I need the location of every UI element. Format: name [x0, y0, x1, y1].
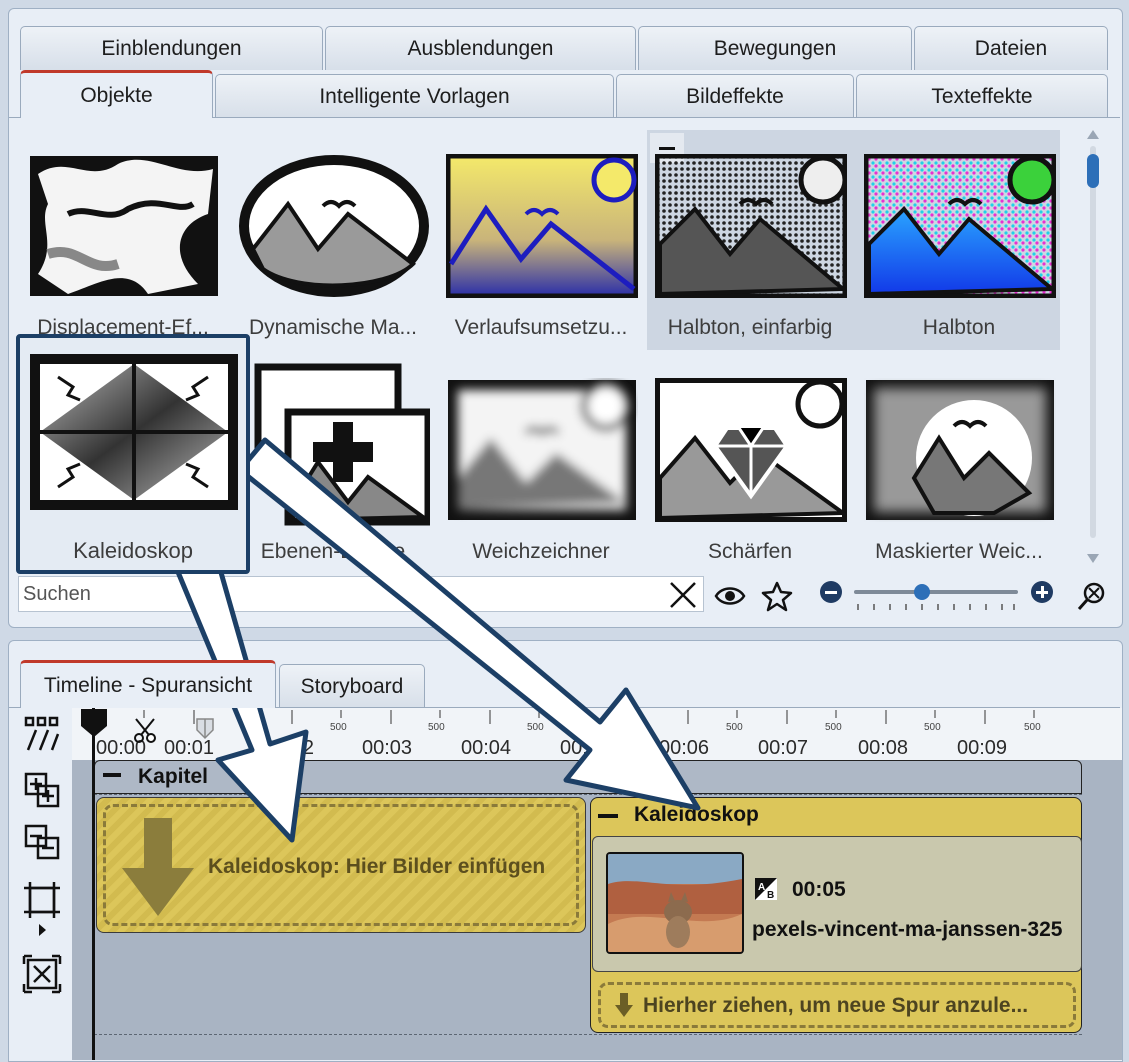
tab-bewegungen[interactable]: Bewegungen [638, 26, 912, 70]
ruler-time-label: 00:09 [957, 737, 1008, 759]
clear-search-icon[interactable] [666, 580, 700, 610]
effect-label: Weichzeichner [472, 540, 610, 563]
zoom-out-icon[interactable] [820, 581, 842, 603]
collapse-icon[interactable] [598, 814, 618, 818]
effect-item-displacement[interactable]: Displacement-Ef... [18, 128, 218, 348]
kaleidoscope-thumbnail-icon [30, 354, 238, 510]
tab-ausblendungen[interactable]: Ausblendungen [325, 26, 636, 70]
gradient-map-thumbnail-icon [446, 154, 638, 298]
track-guide-line [94, 1034, 1082, 1035]
effect-label: Halbton, einfarbig [667, 316, 833, 339]
scroll-up-icon[interactable] [1087, 130, 1099, 139]
halftone-mono-thumbnail-icon [655, 154, 847, 298]
effect-item-weichzeichner[interactable]: Weichzeichner [436, 352, 636, 572]
effect-item-dynamische-maske[interactable]: Dynamische Ma... [228, 128, 429, 348]
dynamic-mask-thumbnail-icon [239, 155, 429, 297]
tab-storyboard[interactable]: Storyboard [279, 664, 425, 708]
placeholder-text: Kaleidoskop: Hier Bilder einfügen [208, 855, 546, 878]
tab-bildeffekte[interactable]: Bildeffekte [616, 74, 854, 118]
ruler-half-label: 500 [1024, 722, 1041, 733]
ruler-time-label: 00:05 [560, 737, 611, 759]
dragged-item-label: Kaleidoskop [73, 538, 193, 563]
effect-item-halbton[interactable]: Halbton [854, 128, 1056, 348]
drop-down-arrow-icon [120, 816, 196, 920]
scroll-thumb[interactable] [1087, 154, 1099, 188]
ruler-time-label: 00:06 [659, 737, 710, 759]
drop-hint-text: Hierher ziehen, um neue Spur anzule... [643, 994, 1029, 1017]
effect-label: Ebenen-Effekte [260, 540, 406, 563]
tab-dateien[interactable]: Dateien [914, 26, 1108, 70]
ruler-time-label: 00:02 [264, 737, 315, 759]
chapter-label: Kapitel [138, 765, 209, 788]
scissors-icon[interactable] [132, 716, 160, 746]
clip-duration: 00:05 [792, 878, 846, 901]
scroll-down-icon[interactable] [1087, 554, 1099, 563]
collapse-icon[interactable] [103, 773, 121, 777]
fit-width-icon[interactable] [22, 880, 62, 920]
tab-einblendungen[interactable]: Einblendungen [20, 26, 323, 70]
zoom-fit-icon[interactable] [1076, 580, 1108, 612]
effect-item-halbton-einfarbig[interactable]: Halbton, einfarbig [645, 128, 847, 348]
svg-text:A: A [758, 882, 765, 893]
masked-blur-thumbnail-icon [866, 380, 1054, 520]
small-down-arrow-icon [614, 992, 634, 1018]
effect-item-ebenen-effekte[interactable]: Ebenen-Effekte [228, 352, 430, 572]
tab-timeline-spuransicht[interactable]: Timeline - Spuransicht [20, 660, 276, 708]
halftone-color-thumbnail-icon [864, 154, 1056, 298]
dragged-kaleidoskop-item[interactable]: Kaleidoskop [16, 334, 250, 574]
add-track-icon[interactable] [22, 770, 62, 810]
zoom-slider[interactable] [854, 584, 1018, 618]
ruler-half-label: 500 [330, 722, 347, 733]
fit-all-icon[interactable] [22, 954, 62, 994]
ruler-time-label: 00:08 [858, 737, 909, 759]
ruler-time-label: 00:03 [362, 737, 413, 759]
ruler-time-label: 00:04 [461, 737, 512, 759]
effect-label: Verlaufsumsetzu... [454, 316, 628, 339]
effect-item-schaerfen[interactable]: Schärfen [645, 352, 847, 572]
blur-thumbnail-icon [448, 380, 636, 520]
ruler-time-label: 00:01 [164, 737, 215, 759]
effect-item-maskierter-weichzeichner[interactable]: Maskierter Weic... [854, 352, 1054, 572]
expand-arrow-icon[interactable] [39, 924, 46, 936]
effect-label: Schärfen [707, 540, 793, 563]
gallery-scrollbar[interactable] [1084, 128, 1102, 568]
layer-effects-thumbnail-icon [254, 363, 430, 526]
clip-name-wrap: pexels-vincent-ma-janssen-325 [752, 918, 1082, 946]
displacement-thumbnail-icon [30, 156, 218, 296]
marker-icon[interactable] [196, 718, 214, 740]
scroll-track[interactable] [1090, 146, 1096, 538]
zoom-in-icon[interactable] [1031, 581, 1053, 603]
sharpen-thumbnail-icon [655, 378, 847, 522]
tracks-grid-icon[interactable] [22, 714, 62, 754]
chapter-row[interactable] [94, 760, 1082, 794]
favorite-star-icon[interactable] [761, 580, 793, 612]
effect-label: Maskierter Weic... [875, 540, 1043, 563]
ruler-time-label: 00:07 [758, 737, 809, 759]
clip-thumbnail [606, 852, 744, 954]
effect-item-verlaufsumsetzung[interactable]: Verlaufsumsetzu... [436, 128, 638, 348]
effect-label: Dynamische Ma... [248, 316, 418, 339]
svg-text:B: B [767, 890, 774, 901]
track-guide-line [94, 794, 1082, 795]
effect-label: Halbton [922, 316, 996, 339]
transition-ab-icon: AB [754, 877, 778, 901]
tab-objekte[interactable]: Objekte [20, 70, 213, 118]
preview-eye-icon[interactable] [714, 582, 746, 610]
search-input[interactable]: Suchen [18, 576, 704, 612]
ruler-half-label: 500 [924, 722, 941, 733]
playhead-handle-icon[interactable] [80, 708, 108, 738]
remove-track-icon[interactable] [22, 822, 62, 862]
ruler-half-label: 500 [428, 722, 445, 733]
ruler-half-label: 500 [527, 722, 544, 733]
tab-texteffekte[interactable]: Texteffekte [856, 74, 1108, 118]
ruler-half-label: 500 [825, 722, 842, 733]
playhead[interactable] [92, 708, 95, 1060]
kaleidoskop-block-title: Kaleidoskop [634, 803, 759, 826]
tab-intelligente-vorlagen[interactable]: Intelligente Vorlagen [215, 74, 614, 118]
clip-name: pexels-vincent-ma-janssen-325 [752, 918, 1063, 941]
zoom-slider-handle[interactable] [914, 584, 930, 600]
ruler-half-label: 500 [726, 722, 743, 733]
